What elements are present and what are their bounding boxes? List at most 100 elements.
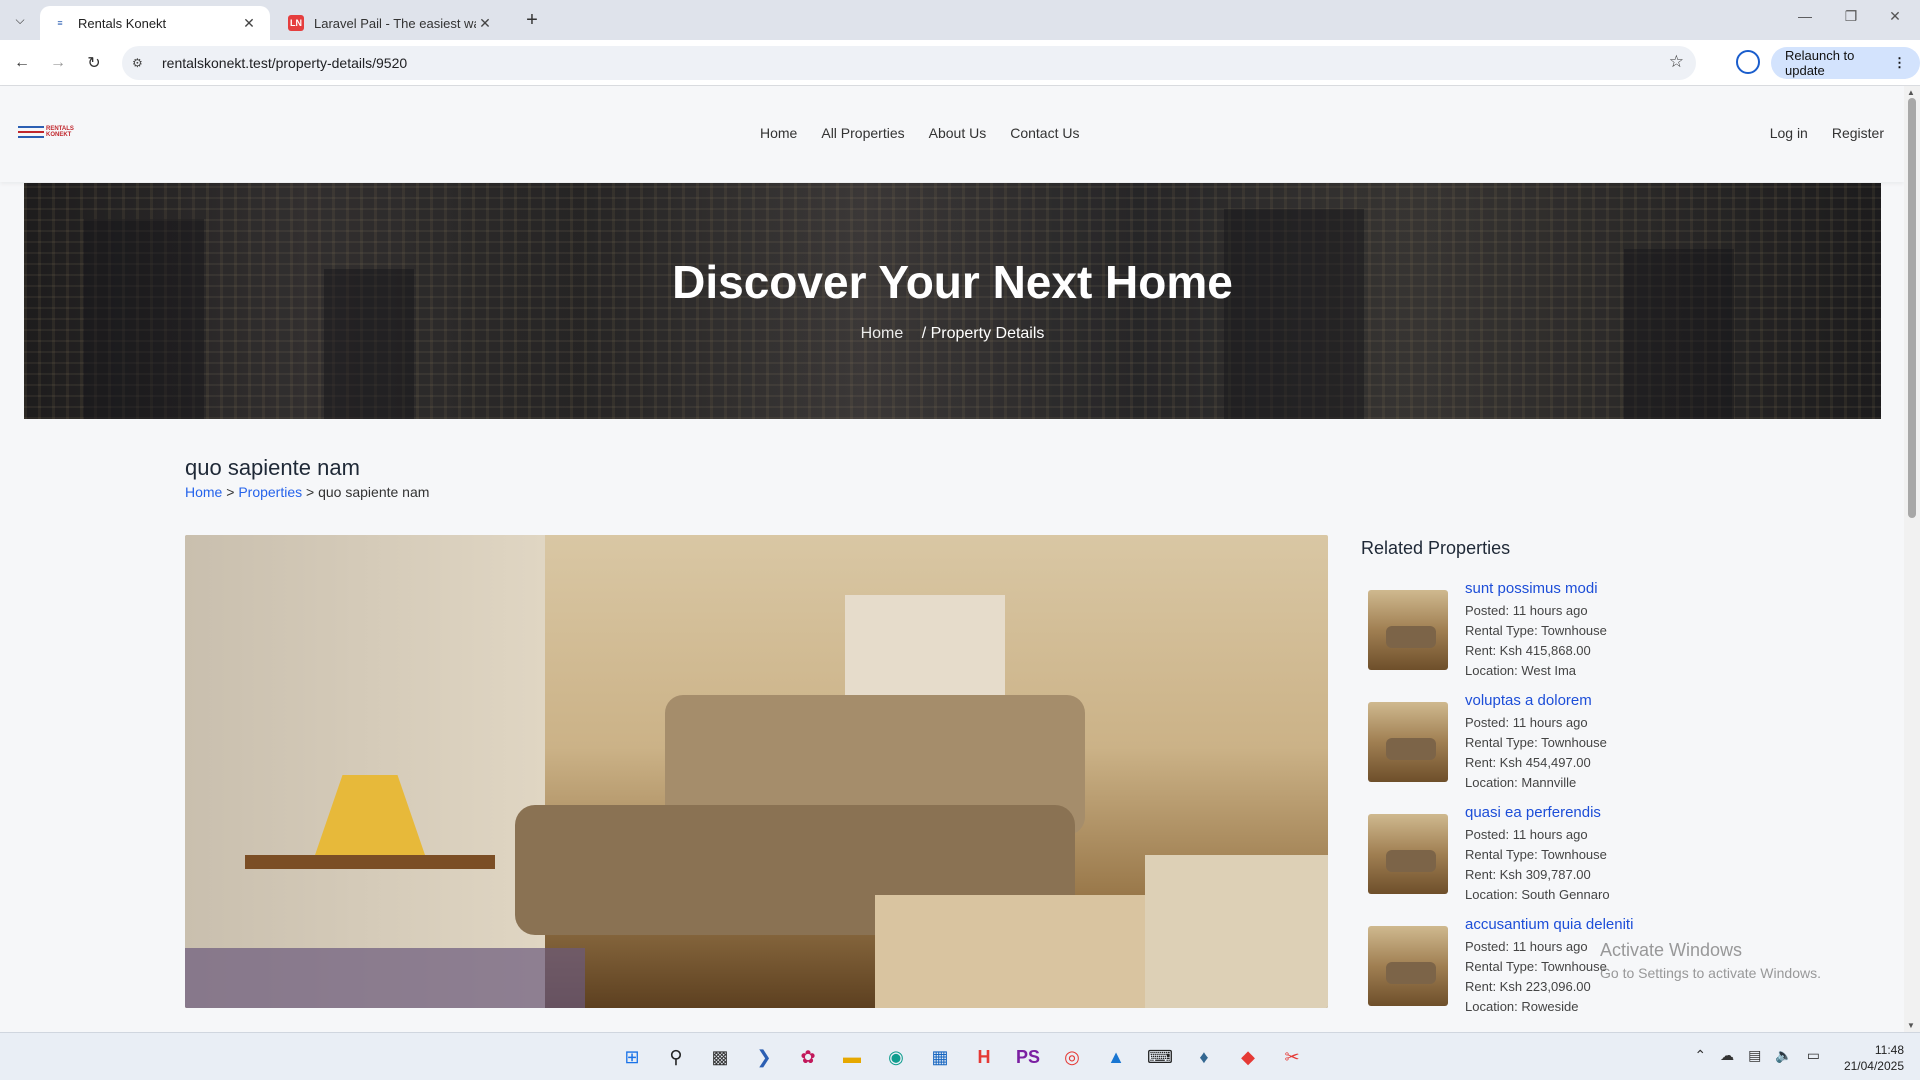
browser-toolbar: ← → ↻ ⚙ rentalskonekt.test/property-deta… bbox=[0, 40, 1920, 86]
onedrive-cloud-icon[interactable]: ☁ bbox=[1720, 1047, 1734, 1064]
tab-title: Rentals Konekt bbox=[78, 15, 167, 31]
breadcrumb-current: quo sapiente nam bbox=[318, 484, 430, 500]
breadcrumb-separator: > bbox=[226, 484, 235, 500]
watermark-title: Activate Windows bbox=[1600, 940, 1743, 960]
related-properties-heading: Related Properties bbox=[1361, 538, 1511, 558]
volume-icon[interactable]: 🔈 bbox=[1775, 1047, 1792, 1064]
hero-breadcrumb: Home / Property Details bbox=[24, 325, 1881, 343]
property-main-photo bbox=[185, 535, 1328, 1008]
register-link[interactable]: Register bbox=[1832, 125, 1884, 141]
postgres-icon[interactable]: ♦ bbox=[1188, 1041, 1220, 1073]
related-property-thumbnail[interactable] bbox=[1368, 702, 1448, 782]
windows-taskbar: ⊞ ⚲ ▩ ❯ ✿ ▬ ◉ ▦ H PS ◎ ▲ ⌨ ♦ ◆ ✂ ⌃ ☁ ▤ 🔈… bbox=[0, 1032, 1920, 1080]
property-title: quo sapiente nam bbox=[185, 455, 360, 480]
nav-about-us-link[interactable]: About Us bbox=[929, 125, 987, 141]
network-icon[interactable]: ▤ bbox=[1748, 1047, 1761, 1064]
logo-text: RENTALS KONEKT bbox=[46, 126, 74, 138]
terminal-icon[interactable]: ⌨ bbox=[1144, 1041, 1176, 1073]
profile-icon[interactable] bbox=[1736, 50, 1760, 74]
related-property-location: Location: Mannville bbox=[1465, 775, 1577, 790]
related-property-thumbnail[interactable] bbox=[1368, 926, 1448, 1006]
scroll-up-arrow-icon[interactable]: ▲ bbox=[1907, 88, 1915, 97]
clock-date: 21/04/2025 bbox=[1843, 1059, 1904, 1073]
back-arrow-icon[interactable]: ← bbox=[10, 51, 34, 75]
chrome-icon[interactable]: ◎ bbox=[1056, 1041, 1088, 1073]
more-menu-icon[interactable]: ⋮ bbox=[1893, 55, 1906, 71]
minimize-icon[interactable]: — bbox=[1790, 8, 1820, 24]
related-property-title-link[interactable]: sunt possimus modi bbox=[1465, 580, 1607, 597]
related-property-title-link[interactable]: quasi ea perferendis bbox=[1465, 804, 1610, 821]
tab-rentals-konekt[interactable]: ≡ Rentals Konekt ✕ bbox=[40, 6, 270, 40]
snipping-tool-icon[interactable]: ✂ bbox=[1276, 1041, 1308, 1073]
restore-icon[interactable]: ❐ bbox=[1836, 8, 1866, 25]
skyline-building bbox=[84, 219, 204, 419]
show-hidden-icons-chevron-icon[interactable]: ⌃ bbox=[1694, 1047, 1706, 1064]
reload-icon[interactable]: ↻ bbox=[82, 51, 106, 75]
close-icon[interactable]: ✕ bbox=[240, 15, 258, 32]
login-link[interactable]: Log in bbox=[1770, 125, 1808, 141]
breadcrumb-home-link[interactable]: Home bbox=[185, 484, 222, 500]
hero-title: Discover Your Next Home bbox=[672, 256, 1233, 308]
window-close-icon[interactable]: ✕ bbox=[1880, 8, 1910, 25]
site-logo[interactable]: RENTALS KONEKT bbox=[18, 124, 74, 140]
hero-breadcrumb-home[interactable]: Home bbox=[861, 325, 904, 342]
nav-all-properties-link[interactable]: All Properties bbox=[821, 125, 904, 141]
copilot-icon[interactable]: ✿ bbox=[792, 1041, 824, 1073]
related-property-thumbnail[interactable] bbox=[1368, 590, 1448, 670]
powershell-icon[interactable]: ❯ bbox=[748, 1041, 780, 1073]
site-header: RENTALS KONEKT Home All Properties About… bbox=[0, 86, 1904, 182]
git-icon[interactable]: ◆ bbox=[1232, 1041, 1264, 1073]
taskbar-clock[interactable]: 11:48 21/04/2025 bbox=[1844, 1042, 1904, 1074]
related-property-rent: Rent: Ksh 454,497.00 bbox=[1465, 755, 1591, 770]
edge-icon[interactable]: ◉ bbox=[880, 1041, 912, 1073]
watermark-subtitle: Go to Settings to activate Windows. bbox=[1600, 965, 1821, 981]
laravel-news-favicon-icon: LN bbox=[288, 15, 304, 31]
relaunch-label: Relaunch to update bbox=[1785, 48, 1855, 78]
site-settings-icon[interactable]: ⚙ bbox=[132, 56, 152, 70]
related-property-card[interactable]: quasi ea perferendis Posted: 11 hours ag… bbox=[1368, 804, 1848, 904]
taskbar-apps: ⊞ ⚲ ▩ ❯ ✿ ▬ ◉ ▦ H PS ◎ ▲ ⌨ ♦ ◆ ✂ bbox=[616, 1041, 1308, 1073]
related-property-card[interactable]: voluptas a dolorem Posted: 11 hours ago … bbox=[1368, 692, 1848, 792]
phpstorm-icon[interactable]: PS bbox=[1012, 1041, 1044, 1073]
hero-breadcrumb-current: / Property Details bbox=[921, 325, 1045, 342]
search-icon[interactable]: ⚲ bbox=[660, 1041, 692, 1073]
tab-list-chevron-icon[interactable]: ⌵ bbox=[8, 8, 32, 32]
close-icon[interactable]: ✕ bbox=[476, 15, 494, 32]
clock-time: 11:48 bbox=[1874, 1043, 1904, 1057]
scroll-down-arrow-icon[interactable]: ▼ bbox=[1907, 1021, 1915, 1030]
relaunch-to-update-button[interactable]: Relaunch to update ⋮ bbox=[1771, 47, 1920, 79]
nav-home-link[interactable]: Home bbox=[760, 125, 797, 141]
battery-icon[interactable]: ▭ bbox=[1807, 1047, 1820, 1064]
browser-tab-bar: ⌵ ≡ Rentals Konekt ✕ LN Laravel Pail - T… bbox=[0, 0, 1920, 40]
related-property-title-link[interactable]: voluptas a dolorem bbox=[1465, 692, 1607, 709]
windows-start-icon[interactable]: ⊞ bbox=[616, 1041, 648, 1073]
address-bar[interactable]: ⚙ rentalskonekt.test/property-details/95… bbox=[122, 46, 1696, 80]
herd-icon[interactable]: H bbox=[968, 1041, 1000, 1073]
breadcrumb-properties-link[interactable]: Properties bbox=[238, 484, 302, 500]
skyline-building bbox=[1224, 209, 1364, 419]
rentals-favicon-icon: ≡ bbox=[57, 18, 63, 28]
scrollbar-thumb[interactable] bbox=[1908, 98, 1916, 518]
new-tab-plus-icon[interactable]: + bbox=[520, 8, 544, 32]
related-property-card[interactable]: sunt possimus modi Posted: 11 hours ago … bbox=[1368, 580, 1848, 680]
nav-contact-us-link[interactable]: Contact Us bbox=[1010, 125, 1079, 141]
bookmark-star-icon[interactable]: ☆ bbox=[1669, 52, 1684, 72]
photos-icon[interactable]: ▲ bbox=[1100, 1041, 1132, 1073]
forward-arrow-icon[interactable]: → bbox=[46, 51, 70, 75]
tab-title: Laravel Pail - The easiest way to bbox=[314, 15, 476, 31]
file-explorer-dark-icon[interactable]: ▩ bbox=[704, 1041, 736, 1073]
related-property-location: Location: West Ima bbox=[1465, 663, 1577, 678]
activate-windows-watermark: Activate Windows Go to Settings to activ… bbox=[1600, 940, 1821, 981]
folder-icon[interactable]: ▬ bbox=[836, 1041, 868, 1073]
page-scrollbar[interactable]: ▲ ▼ bbox=[1904, 86, 1920, 1032]
related-property-rent: Rent: Ksh 415,868.00 bbox=[1465, 643, 1591, 658]
tab-laravel-pail[interactable]: LN Laravel Pail - The easiest way to ✕ bbox=[276, 6, 506, 40]
related-property-thumbnail[interactable] bbox=[1368, 814, 1448, 894]
system-tray: ⌃ ☁ ▤ 🔈 ▭ bbox=[1694, 1047, 1820, 1064]
related-property-title-link[interactable]: accusantium quia deleniti bbox=[1465, 916, 1633, 933]
breadcrumb-separator: > bbox=[306, 484, 315, 500]
auth-nav: Log in Register bbox=[1770, 125, 1884, 141]
related-property-posted: Posted: 11 hours ago bbox=[1465, 603, 1588, 618]
related-property-location: Location: South Gennaro bbox=[1465, 887, 1610, 902]
store-icon[interactable]: ▦ bbox=[924, 1041, 956, 1073]
